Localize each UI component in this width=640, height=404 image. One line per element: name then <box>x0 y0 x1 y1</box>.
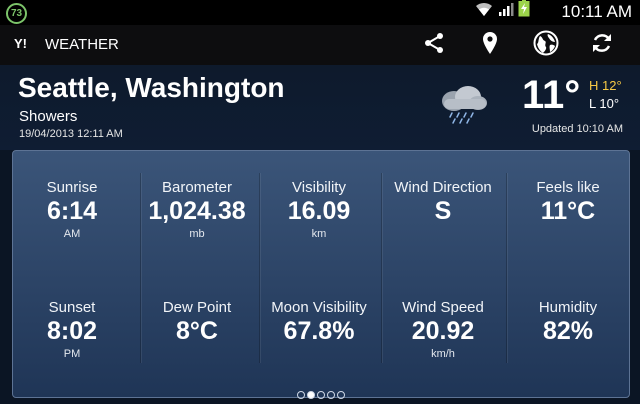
local-datetime: 19/04/2013 12:11 AM <box>19 128 123 140</box>
detail-unit: PM <box>63 348 81 360</box>
detail-label: Moon Visibility <box>271 299 367 316</box>
details-grid: Sunrise 6:14 AM Barometer 1,024.38 mb Visibili… <box>13 151 629 387</box>
detail-wind-direction: Wind Direction S <box>384 179 502 228</box>
detail-label: Dew Point <box>162 299 232 316</box>
detail-value: S <box>434 197 452 225</box>
refresh-button[interactable] <box>574 25 630 65</box>
detail-unit: AM <box>63 228 81 240</box>
page-dot[interactable] <box>307 391 315 399</box>
detail-wind-speed: Wind Speed 20.92 km/h <box>384 299 502 360</box>
detail-label: Feels like <box>536 179 600 196</box>
city-name: Seattle, Washington <box>18 72 285 103</box>
current-temperature: 11° <box>522 73 581 117</box>
action-buttons <box>406 25 630 65</box>
notification-badge: 73 <box>6 3 27 24</box>
detail-value: 6:14 <box>46 197 98 225</box>
status-clock: 10:11 AM <box>561 2 632 21</box>
detail-unit: km/h <box>431 348 455 360</box>
globe-icon <box>533 30 559 61</box>
share-icon <box>422 31 446 60</box>
detail-sunset: Sunset 8:02 PM <box>13 299 131 360</box>
wifi-icon <box>474 1 494 22</box>
share-button[interactable] <box>406 25 462 65</box>
detail-value: 1,024.38 <box>148 197 246 225</box>
battery-charging-icon <box>518 0 530 22</box>
refresh-icon <box>590 31 614 60</box>
detail-unit: mb <box>189 228 205 240</box>
signal-icon <box>498 1 514 22</box>
detail-sunrise: Sunrise 6:14 AM <box>13 179 131 240</box>
page-indicator[interactable] <box>13 386 629 404</box>
app-title: WEATHER <box>45 36 119 53</box>
high-temperature: H 12° <box>589 78 622 93</box>
location-header: Seattle, Washington Showers 19/04/2013 1… <box>0 65 640 150</box>
detail-value: 82% <box>542 317 594 345</box>
detail-dew-point: Dew Point 8°C <box>138 299 256 348</box>
globe-button[interactable] <box>518 25 574 65</box>
yahoo-logo[interactable]: Y! <box>14 36 27 51</box>
page-dot[interactable] <box>297 391 305 399</box>
detail-label: Humidity <box>538 299 598 316</box>
app-bar: Y! WEATHER <box>0 25 640 65</box>
condition-text: Showers <box>19 108 78 125</box>
detail-value: 67.8% <box>283 317 355 345</box>
low-temperature: L 10° <box>589 96 620 111</box>
location-button[interactable] <box>462 25 518 65</box>
location-pin-icon <box>480 31 500 60</box>
status-icons <box>474 0 530 22</box>
high-low: H 12° L 10° <box>589 77 622 113</box>
detail-unit: km <box>311 228 327 240</box>
detail-value: 8°C <box>176 317 218 345</box>
detail-value: 16.09 <box>287 197 351 225</box>
detail-label: Sunset <box>48 299 96 316</box>
detail-value: 11°C <box>540 197 596 225</box>
updated-time: Updated 10:10 AM <box>531 123 623 135</box>
detail-label: Wind Speed <box>402 299 484 316</box>
detail-barometer: Barometer 1,024.38 mb <box>138 179 256 240</box>
detail-label: Wind Direction <box>394 179 492 196</box>
detail-label: Barometer <box>161 179 233 196</box>
page-dot[interactable] <box>337 391 345 399</box>
details-panel[interactable]: Sunrise 6:14 AM Barometer 1,024.38 mb Visibili… <box>12 150 630 399</box>
detail-feels-like: Feels like 11°C <box>509 179 627 228</box>
detail-humidity: Humidity 82% <box>509 299 627 348</box>
status-bar: 73 10:11 AM <box>0 0 640 25</box>
column-divider <box>506 173 507 363</box>
detail-label: Sunrise <box>46 179 98 196</box>
detail-value: 8:02 <box>46 317 98 345</box>
page-dot[interactable] <box>317 391 325 399</box>
detail-value: 20.92 <box>411 317 475 345</box>
detail-moon-visibility: Moon Visibility 67.8% <box>260 299 378 348</box>
detail-label: Visibility <box>292 179 346 196</box>
detail-visibility: Visibility 16.09 km <box>260 179 378 240</box>
showers-icon <box>432 83 490 132</box>
column-divider <box>381 173 382 363</box>
page-dot[interactable] <box>327 391 335 399</box>
